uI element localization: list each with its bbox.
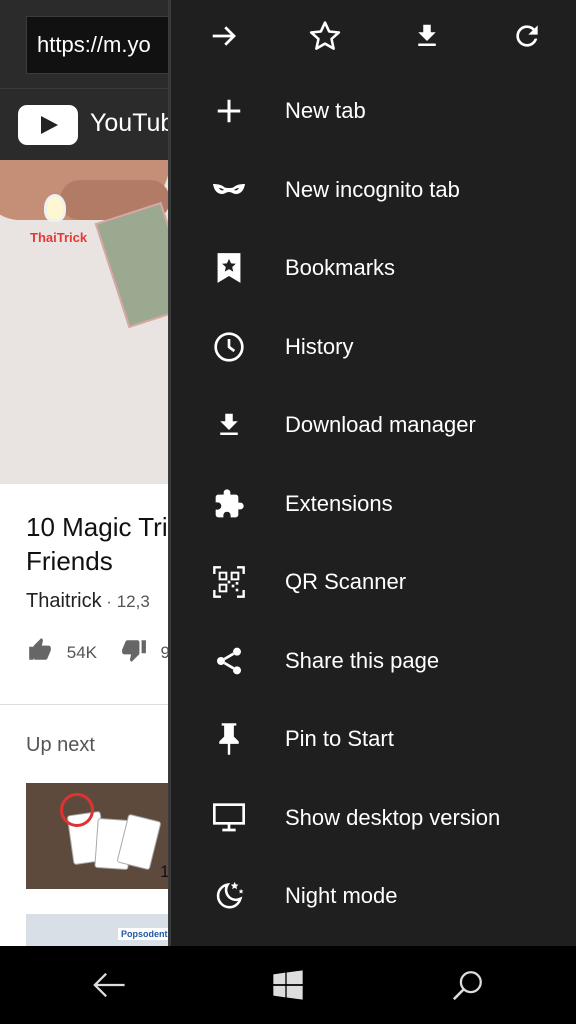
search-button[interactable]	[448, 965, 488, 1005]
menu-item-bookmarks[interactable]: Bookmarks	[171, 229, 576, 308]
monitor-icon	[209, 798, 249, 838]
download-button[interactable]	[405, 14, 449, 58]
lightbulb-logo-icon	[44, 194, 66, 222]
menu-item-label: QR Scanner	[285, 569, 407, 595]
watermark-text: ThaiTrick	[30, 230, 88, 245]
back-arrow-icon	[93, 972, 125, 998]
menu-item-label: Night mode	[285, 883, 398, 909]
menu-item-extensions[interactable]: Extensions	[171, 465, 576, 544]
download-icon	[209, 405, 249, 445]
menu-item-label: Download manager	[285, 412, 476, 438]
bookmark-star-button[interactable]	[303, 14, 347, 58]
rating-row: 54K 9	[26, 637, 170, 667]
pin-icon	[209, 719, 249, 759]
plus-icon	[209, 91, 249, 131]
moon-stars-icon	[209, 876, 249, 916]
refresh-button[interactable]	[505, 14, 549, 58]
bookmark-star-icon	[209, 248, 249, 288]
menu-item-new-incognito-tab[interactable]: New incognito tab	[171, 151, 576, 230]
menu-item-pin-to-start[interactable]: Pin to Start	[171, 700, 576, 779]
back-button[interactable]	[89, 965, 129, 1005]
clock-icon	[209, 327, 249, 367]
menu-item-share-this-page[interactable]: Share this page	[171, 622, 576, 701]
menu-item-label: Show desktop version	[285, 804, 501, 830]
highlight-circle	[60, 793, 94, 827]
menu-item-label: Pin to Start	[285, 726, 394, 752]
menu-item-label: New incognito tab	[285, 176, 460, 202]
refresh-icon	[516, 25, 538, 47]
qr-code-icon	[209, 562, 249, 602]
menu-item-history[interactable]: History	[171, 308, 576, 387]
menu-item-label: Bookmarks	[285, 255, 396, 281]
forward-button[interactable]	[202, 14, 246, 58]
youtube-logo-icon[interactable]	[18, 105, 78, 145]
share-icon	[209, 641, 249, 681]
up-next-heading: Up next	[26, 734, 95, 756]
forward-arrow-icon	[212, 26, 236, 46]
menu-item-label: Extensions	[285, 490, 393, 516]
like-count: 54K	[66, 642, 97, 662]
menu-item-label: New tab	[285, 98, 366, 124]
menu-toolbar	[171, 0, 576, 72]
channel-line: Thaitrick · 12,3	[26, 590, 150, 612]
channel-name[interactable]: Thaitrick	[26, 590, 102, 612]
menu-list: New tab New incognito tab Bookmarks Hist…	[171, 72, 576, 936]
thumbs-down-icon[interactable]	[120, 637, 148, 668]
thumbs-up-icon[interactable]	[26, 637, 54, 668]
system-navbar	[0, 946, 576, 1024]
download-icon	[418, 24, 436, 46]
menu-item-label: Share this page	[285, 647, 440, 673]
menu-item-night-mode[interactable]: Night mode	[171, 857, 576, 936]
puzzle-icon	[209, 484, 249, 524]
menu-item-show-desktop-version[interactable]: Show desktop version	[171, 779, 576, 858]
menu-item-label: History	[285, 333, 354, 359]
menu-item-download-manager[interactable]: Download manager	[171, 386, 576, 465]
star-outline-icon	[309, 21, 341, 50]
menu-item-qr-scanner[interactable]: QR Scanner	[171, 543, 576, 622]
search-icon	[452, 971, 482, 1001]
thumbnail-label: Popsodent	[118, 928, 171, 940]
browser-menu: New tab New incognito tab Bookmarks Hist…	[168, 0, 576, 946]
view-count: 12,3	[116, 592, 150, 611]
start-button[interactable]	[268, 965, 308, 1005]
mask-icon	[209, 170, 249, 210]
windows-start-icon	[273, 970, 303, 1000]
menu-item-new-tab[interactable]: New tab	[171, 72, 576, 151]
